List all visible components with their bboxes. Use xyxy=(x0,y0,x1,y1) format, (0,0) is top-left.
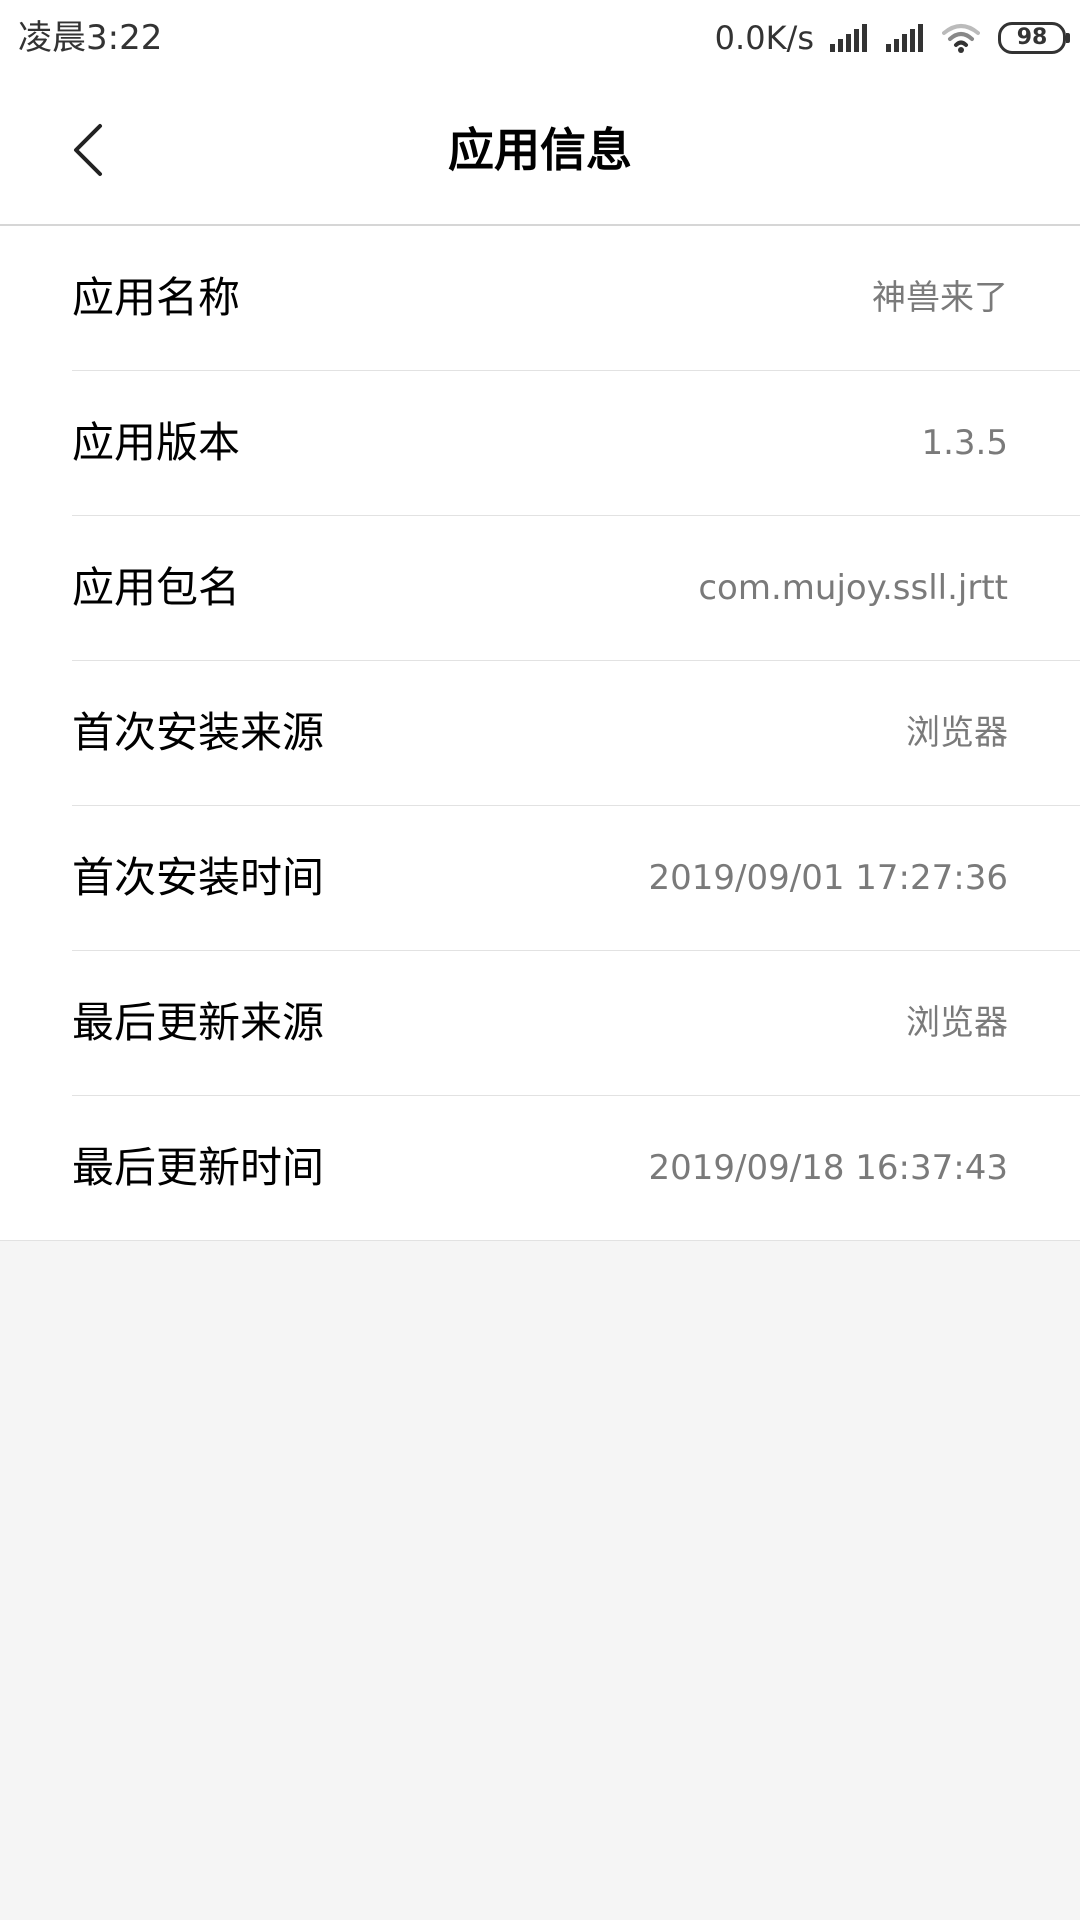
row-value: 2019/09/01 17:27:36 xyxy=(648,858,1008,898)
status-time: 凌晨3:22 xyxy=(18,18,163,58)
signal-icon xyxy=(886,24,926,52)
row-label: 应用名称 xyxy=(72,273,241,322)
row-value: 浏览器 xyxy=(906,713,1008,753)
app-info-list: 应用名称 神兽来了 应用版本 1.3.5 应用包名 com.mujoy.ssll… xyxy=(0,226,1080,1241)
info-row-last-update-time: 最后更新时间 2019/09/18 16:37:43 xyxy=(72,1096,1080,1240)
info-row-package-name: 应用包名 com.mujoy.ssll.jrtt xyxy=(72,516,1080,661)
row-label: 应用版本 xyxy=(72,418,241,467)
battery-level: 98 xyxy=(1016,25,1048,50)
network-speed: 0.0K/s xyxy=(714,19,814,57)
status-icons: 0.0K/s 98 xyxy=(714,16,1070,60)
wifi-icon xyxy=(942,24,980,53)
row-label: 最后更新时间 xyxy=(72,1143,325,1192)
info-row-first-install-source: 首次安装来源 浏览器 xyxy=(72,661,1080,806)
battery-icon: 98 xyxy=(998,22,1070,54)
row-value: 浏览器 xyxy=(906,1003,1008,1043)
row-value: 1.3.5 xyxy=(921,423,1008,463)
row-value: 2019/09/18 16:37:43 xyxy=(648,1148,1008,1188)
info-row-app-version: 应用版本 1.3.5 xyxy=(72,371,1080,516)
row-label: 首次安装时间 xyxy=(72,853,325,902)
info-row-first-install-time: 首次安装时间 2019/09/01 17:27:36 xyxy=(72,806,1080,951)
info-row-app-name: 应用名称 神兽来了 xyxy=(72,226,1080,371)
page-title: 应用信息 xyxy=(448,123,632,177)
row-value: 神兽来了 xyxy=(872,278,1008,318)
row-label: 最后更新来源 xyxy=(72,998,325,1047)
row-label: 应用包名 xyxy=(72,563,241,612)
info-row-last-update-source: 最后更新来源 浏览器 xyxy=(72,951,1080,1096)
row-value: com.mujoy.ssll.jrtt xyxy=(698,568,1008,608)
signal-icon xyxy=(830,24,870,52)
app-header: 应用信息 xyxy=(0,76,1080,226)
row-label: 首次安装来源 xyxy=(72,708,325,757)
status-bar: 凌晨3:22 0.0K/s 98 xyxy=(0,0,1080,76)
